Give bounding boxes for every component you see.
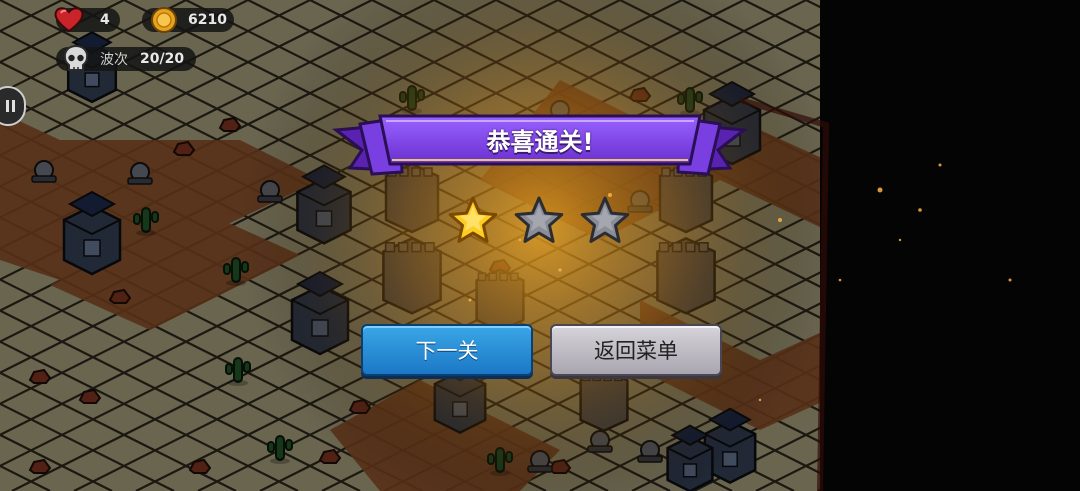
coin-icon — [151, 7, 177, 33]
gold-counter: 6210 — [142, 7, 234, 33]
next-level-button[interactable]: 下一关 — [361, 324, 533, 376]
wave-value: 20/20 — [140, 51, 185, 67]
skull-icon — [63, 44, 89, 71]
victory-glow — [0, 0, 1080, 491]
game-board — [0, 0, 1080, 491]
lives-value: 4 — [100, 12, 110, 28]
return-to-menu-button[interactable]: 返回菜单 — [550, 324, 722, 376]
wave-label: 波次 — [100, 52, 128, 68]
lives-counter: 4 — [54, 7, 120, 33]
heart-icon — [54, 7, 84, 33]
gold-value: 6210 — [188, 12, 227, 28]
victory-title: 恭喜通关! — [486, 128, 594, 156]
wave-counter: 波次 20/20 — [56, 44, 196, 71]
